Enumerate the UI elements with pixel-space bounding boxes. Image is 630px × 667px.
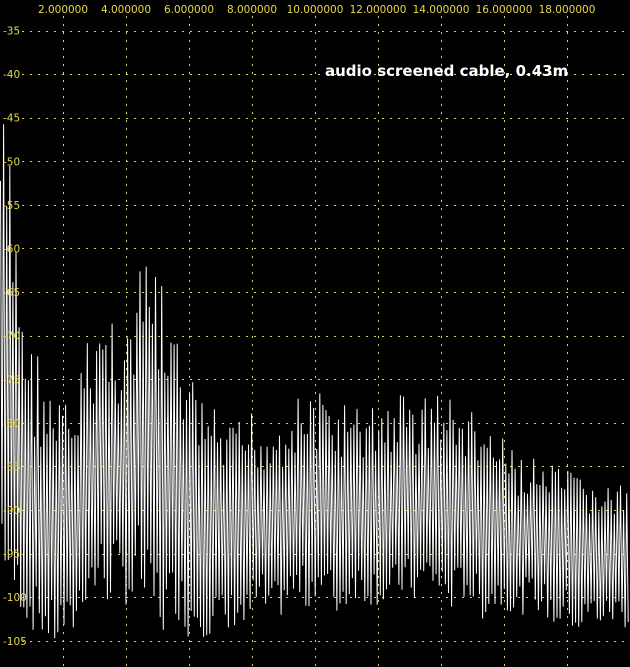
x-tick-label: 14.000000 [413, 4, 470, 16]
y-tick-label: -45 [3, 113, 20, 125]
y-tick-label: -60 [3, 243, 20, 255]
y-tick-label: -55 [3, 200, 20, 212]
x-tick-label: 18.000000 [539, 4, 596, 16]
y-tick-label: -40 [3, 69, 20, 81]
y-tick-label: -105 [3, 636, 27, 648]
y-tick-label: -90 [3, 505, 20, 517]
spectrum-chart: 2.000000 4.000000 6.000000 8.000000 10.00000… [0, 0, 630, 667]
y-tick-label: -95 [3, 549, 20, 561]
x-tick-label: 10.000000 [287, 4, 344, 16]
x-tick-label: 8.000000 [227, 4, 277, 16]
y-tick-label: -65 [3, 287, 20, 299]
x-tick-label: 16.000000 [476, 4, 533, 16]
x-tick-label: 2.000000 [38, 4, 88, 16]
y-tick-label: -35 [3, 26, 20, 38]
y-tick-label: -80 [3, 418, 20, 430]
x-tick-label: 6.000000 [164, 4, 214, 16]
y-tick-label: -100 [3, 592, 27, 604]
y-tick-label: -75 [3, 374, 20, 386]
y-tick-label: -85 [3, 461, 20, 473]
chart-title: audio screened cable, 0.43m [325, 62, 568, 80]
x-tick-labels: 2.000000 4.000000 6.000000 8.000000 10.00000… [38, 4, 595, 16]
y-tick-label: -50 [3, 156, 20, 168]
x-tick-label: 12.000000 [350, 4, 407, 16]
x-tick-label: 4.000000 [101, 4, 151, 16]
y-tick-label: -70 [3, 331, 20, 343]
